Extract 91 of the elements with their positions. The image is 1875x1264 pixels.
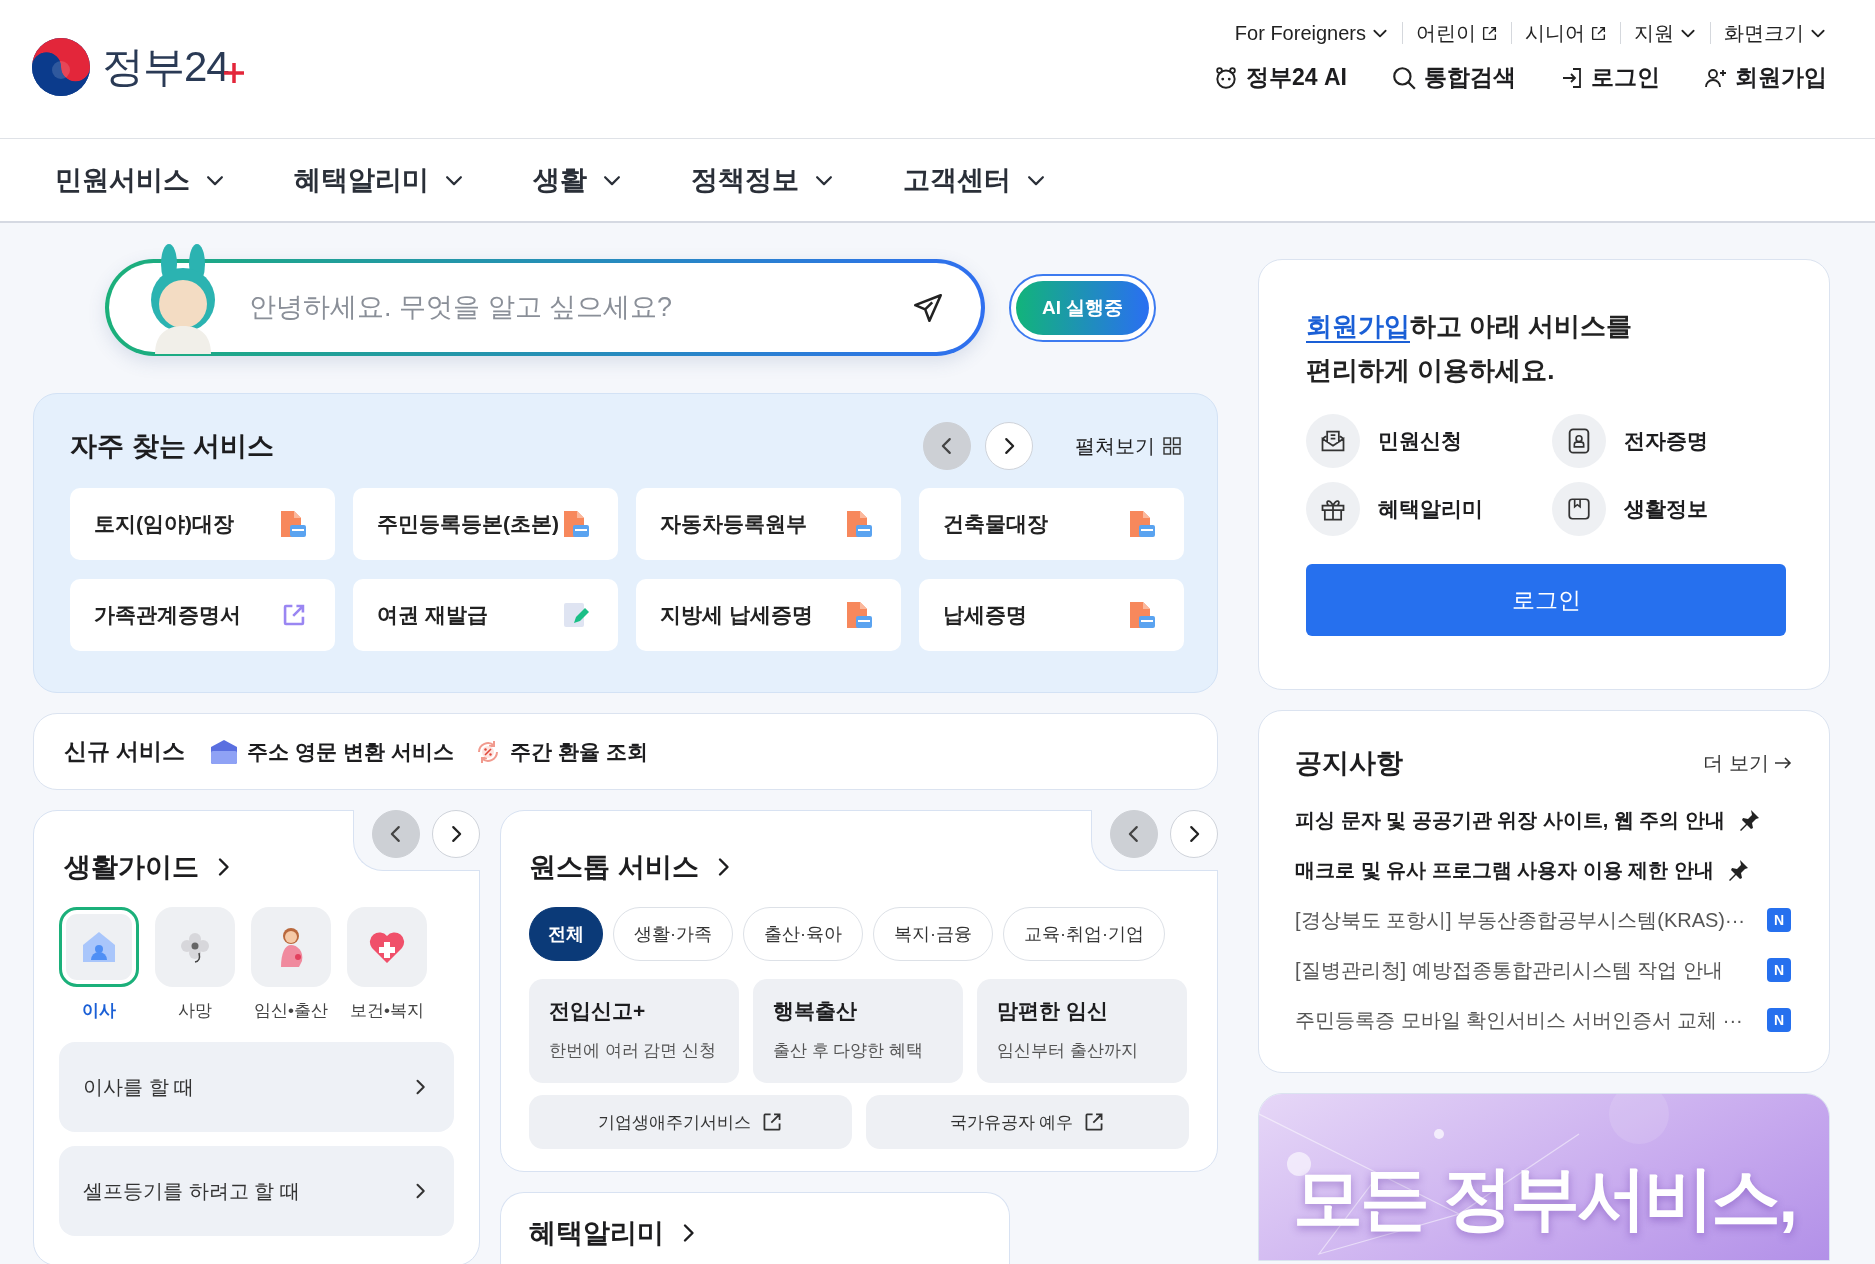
logo-icon [30,36,92,98]
arrow-right-icon [1773,755,1793,771]
more-link[interactable]: 더 보기 [1703,749,1793,777]
section-title: 자주 찾는 서비스 [70,430,275,463]
service-description: 출산 후 다양한 혜택 [773,1041,924,1060]
shortcut-link[interactable]: 전자증명 [1552,414,1782,468]
banner-headline: 모든 정부서비스, [1293,1158,1795,1239]
service-shortcut[interactable]: 지방세 납세증명 [636,579,901,651]
pdf-icon [562,509,590,539]
section-title[interactable]: 생활가이드 [64,849,199,885]
section-title[interactable]: 원스톱 서비스 [529,849,699,885]
service-shortcut[interactable]: 주민등록등본(초본) [353,488,618,560]
notice-link[interactable]: 주민등록증 모바일 확인서비스 서버인증서 교체 ··· [1295,1006,1755,1034]
pdf-icon [1128,600,1156,630]
service-title: 전입신고+ [549,998,647,1024]
top-link[interactable]: 화면크기 [1710,22,1827,44]
pdf-icon [279,509,307,539]
pdf-icon [845,600,873,630]
bookmark-icon [1566,496,1592,522]
pdf-icon [1128,509,1156,539]
edit-icon [562,601,590,629]
nav-menu-item[interactable]: 고객센터 [903,162,1047,198]
top-link[interactable]: 지원 [1620,22,1710,44]
external-link-icon [1590,24,1607,42]
next-button[interactable] [985,422,1033,470]
filter-chip[interactable]: 생활·가족 [613,907,733,961]
search-icon [1391,64,1417,91]
service-description: 한번에 여러 감면 신청 [549,1041,717,1060]
filter-chip[interactable]: 전체 [529,907,603,961]
pdf-icon [845,509,873,539]
header-action-link[interactable]: 로그인 [1560,62,1660,93]
guide-item[interactable]: 셀프등기를 하려고 할 때 [59,1146,454,1236]
notice-link[interactable]: [경상북도 포항시] 부동산종합공부시스템(KRAS)··· [1295,906,1755,934]
new-badge: N [1767,958,1791,982]
ai-status-button[interactable]: AI 실행중 [1009,273,1157,342]
header-action-link[interactable]: 회원가입 [1704,62,1827,93]
nav-menu-item[interactable]: 생활 [533,162,623,198]
external-service-link[interactable]: 기업생애주기서비스 [529,1095,852,1149]
notice-link[interactable]: [질병관리청] 예방접종통합관리시스템 작업 안내 [1295,956,1755,984]
external-service-link[interactable]: 국가유공자 예우 [866,1095,1189,1149]
service-shortcut[interactable]: 토지(임야)대장 [70,488,335,560]
top-link[interactable]: For Foreigners [1221,22,1402,44]
external-link-icon [761,1111,783,1133]
header-action-link[interactable]: 통합검색 [1391,62,1516,93]
shortcut-link[interactable]: 민원신청 [1306,414,1552,468]
external-link-icon [281,602,307,628]
service-card[interactable]: 전입신고+ 한번에 여러 감면 신청 [529,979,739,1083]
login-button[interactable]: 로그인 [1306,564,1786,636]
nav-menu-item[interactable]: 민원서비스 [55,162,226,198]
section-title[interactable]: 혜택알리미 [529,1215,664,1251]
service-title: 행복출산 [773,998,858,1024]
service-shortcut[interactable]: 자동차등록원부 [636,488,901,560]
service-card[interactable]: 맘편한 임신 임신부터 출산까지 [977,979,1187,1083]
next-button[interactable] [432,810,480,858]
new-badge: N [1767,908,1791,932]
logo-text[interactable]: 정부24 [102,39,229,95]
service-shortcut[interactable]: 여권 재발급 [353,579,618,651]
new-service-link[interactable]: 주간 환율 조회 [473,737,648,766]
service-card[interactable]: 행복출산 출산 후 다양한 혜택 [753,979,963,1083]
service-description: 임신부터 출산까지 [997,1041,1138,1060]
section-label: 신규 서비스 [64,737,186,766]
header-action-link[interactable]: 정부24 AI [1213,62,1347,93]
filter-chip[interactable]: 교육·취업·기업 [1003,907,1165,961]
shortcut-link[interactable]: 혜택알리미 [1306,482,1552,536]
filter-chip[interactable]: 복지·금융 [873,907,993,961]
filter-chip[interactable]: 출산·육아 [743,907,863,961]
login-icon [1560,65,1584,90]
grid-icon [1163,437,1181,455]
notice-link[interactable]: 피싱 문자 및 공공기관 위장 사이트, 웹 주의 안내 [1295,806,1725,834]
question-input[interactable]: 안녕하세요. 무엇을 알고 싶으세요? [241,277,911,338]
external-link-icon [1481,24,1498,42]
service-title: 맘편한 임신 [997,998,1109,1024]
next-button[interactable] [1170,810,1218,858]
service-shortcut[interactable]: 납세증명 [919,579,1184,651]
new-badge: N [1767,1008,1791,1032]
shortcut-link[interactable]: 생활정보 [1552,482,1782,536]
top-link[interactable]: 시니어 [1511,22,1620,44]
guide-item[interactable]: 이사를 할 때 [59,1042,454,1132]
nav-menu-item[interactable]: 혜택알리미 [294,162,465,198]
signup-link[interactable]: 회원가입 [1306,311,1410,341]
notice-link[interactable]: 매크로 및 유사 프로그램 사용자 이용 제한 안내 [1295,856,1714,884]
id-card-icon [1566,427,1592,455]
new-service-link[interactable]: 주소 영문 변환 서비스 [209,737,454,766]
signup-prompt: 회원가입하고 아래 서비스를 편리하게 이용하세요. [1306,310,1634,387]
service-shortcut[interactable]: 건축물대장 [919,488,1184,560]
expand-link[interactable]: 펼쳐보기 [1075,432,1181,460]
top-link[interactable]: 어린이 [1402,22,1511,44]
service-shortcut[interactable]: 가족관계증명서 [70,579,335,651]
section-title: 공지사항 [1295,747,1403,780]
mailbox-icon [209,738,240,765]
nav-menu-item[interactable]: 정책정보 [691,162,835,198]
